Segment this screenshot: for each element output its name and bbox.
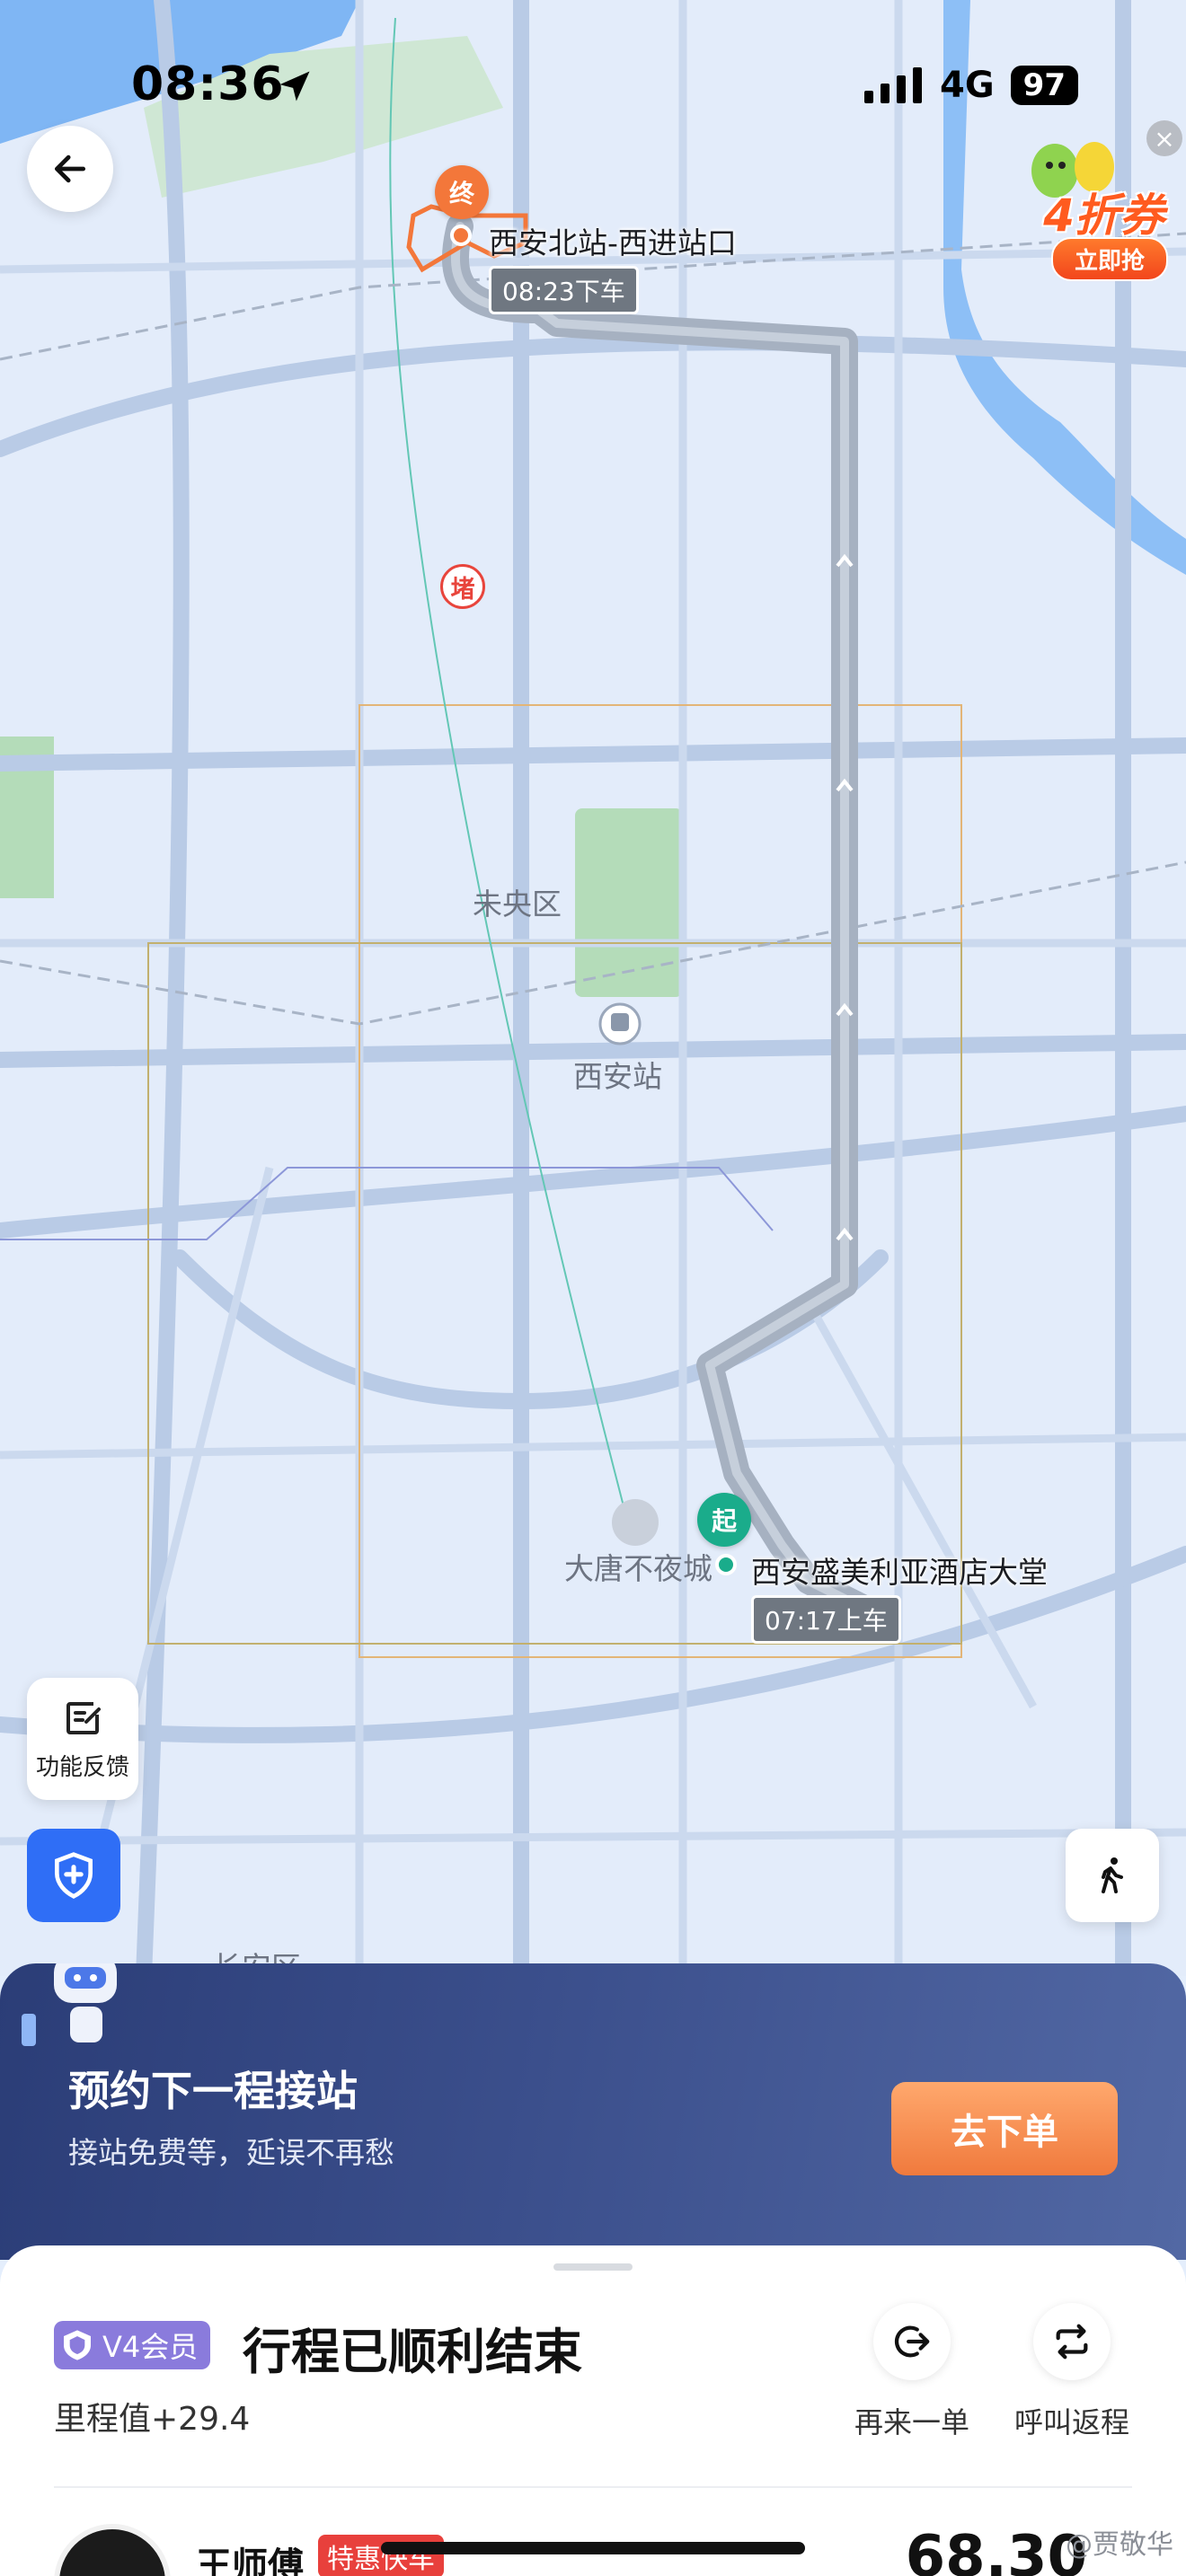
car-type-badge: 特惠快车	[318, 2535, 444, 2576]
coupon-title: 4折券	[1043, 190, 1164, 242]
status-time: 08:36	[131, 57, 285, 111]
coupon-grab-button[interactable]: 立即抢	[1050, 237, 1168, 281]
promo-subtitle: 接站免费等，延误不再愁	[68, 2135, 394, 2170]
home-indicator[interactable]	[381, 2542, 805, 2554]
shield-plus-icon	[55, 1852, 93, 1899]
landmark-label: 大唐不夜城	[564, 1551, 712, 1586]
reorder-button[interactable]: 再来一单	[845, 2303, 979, 2441]
feedback-button[interactable]: 功能反馈	[27, 1678, 138, 1800]
sheet-handle[interactable]	[553, 2263, 633, 2271]
coupon-close-icon[interactable]: ×	[1146, 120, 1182, 156]
network-type: 4G	[940, 65, 995, 106]
back-button[interactable]	[27, 126, 113, 212]
trip-status-title: 行程已顺利结束	[243, 2324, 582, 2380]
robot-mascot-icon	[22, 1963, 117, 2046]
walk-navigation-button[interactable]	[1066, 1829, 1159, 1922]
station-label: 西安站	[573, 1059, 662, 1094]
feedback-label: 功能反馈	[35, 1753, 129, 1781]
safety-shield-button[interactable]	[27, 1829, 120, 1922]
walking-person-icon	[1102, 1857, 1123, 1893]
place-order-button[interactable]: 去下单	[891, 2082, 1118, 2175]
start-pin[interactable]: 起	[697, 1493, 751, 1547]
pickup-promo-banner[interactable]: 预约下一程接站 接站免费等，延误不再愁 去下单	[0, 1963, 1186, 2260]
vip-level: V4会员	[102, 2330, 199, 2364]
map-view[interactable]: 堵 未央区 西安站 大唐不夜城 长安区 终 西安北站-西进站口 08:23下车 …	[0, 0, 1186, 1976]
start-location-label: 西安盛美利亚酒店大堂	[751, 1555, 1048, 1590]
pickup-time: 07:17上车	[751, 1595, 901, 1644]
end-location-label: 西安北站-西进站口	[489, 225, 737, 260]
divider	[54, 2486, 1132, 2488]
location-arrow-icon	[279, 71, 310, 101]
driver-avatar[interactable]	[54, 2524, 171, 2576]
trip-summary-sheet: V4会员 行程已顺利结束 里程值+29.4 再来一单 呼叫返程 王师傅 特惠快车…	[0, 2245, 1186, 2576]
arrow-left-icon	[54, 154, 86, 183]
district-label: 未央区	[473, 887, 562, 922]
return-trip-button[interactable]: 呼叫返程	[1005, 2303, 1139, 2441]
edit-note-icon	[66, 1701, 101, 1734]
fare-amount[interactable]: 68.30	[906, 2524, 1087, 2576]
dropoff-time: 08:23下车	[489, 266, 639, 314]
status-right: 4G 97	[864, 65, 1078, 106]
promo-title: 预约下一程接站	[68, 2067, 358, 2115]
reorder-label: 再来一单	[854, 2405, 969, 2439]
traffic-jam-badge: 堵	[440, 564, 485, 609]
mileage-points: 里程值+29.4	[54, 2401, 251, 2438]
end-pin[interactable]: 终	[435, 165, 489, 219]
reorder-icon	[894, 2325, 930, 2358]
driver-name: 王师傅	[196, 2545, 304, 2576]
battery-level: 97	[1010, 66, 1078, 105]
watermark: @贾敬华	[1066, 2529, 1173, 2561]
return-trip-label: 呼叫返程	[1013, 2405, 1129, 2439]
signal-icon	[864, 67, 922, 103]
vip-badge[interactable]: V4会员	[54, 2321, 211, 2369]
return-trip-icon	[1056, 2324, 1088, 2360]
vip-shield-icon	[64, 2330, 91, 2360]
